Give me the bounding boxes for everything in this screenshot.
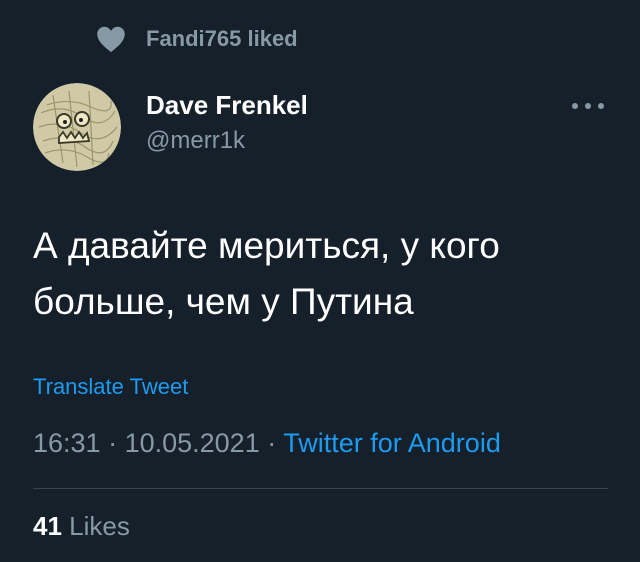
translate-tweet-link[interactable]: Translate Tweet (33, 374, 188, 400)
liked-by-text[interactable]: Fandi765 liked (146, 26, 298, 52)
heart-icon (97, 26, 125, 53)
likes-count: 41 (33, 511, 62, 541)
tweet-time[interactable]: 16:31 (33, 428, 101, 458)
meta-separator: · (100, 428, 125, 458)
divider (33, 488, 608, 489)
author-name[interactable]: Dave Frenkel (146, 90, 308, 121)
tweet-source-link[interactable]: Twitter for Android (283, 428, 501, 458)
likes-stat[interactable]: 41 Likes (33, 511, 130, 542)
more-options-button[interactable] (568, 96, 608, 116)
tweet-text: А давайте мериться, у кого больше, чем у… (33, 225, 500, 322)
avatar[interactable] (33, 83, 121, 171)
tweet-date[interactable]: 10.05.2021 (125, 428, 260, 458)
likes-label: Likes (69, 511, 130, 541)
meta-separator: · (259, 428, 284, 458)
author-handle[interactable]: @merr1k (146, 127, 245, 155)
tweet-meta: 16:31 · 10.05.2021 · Twitter for Android (33, 428, 501, 459)
ellipsis-icon (572, 103, 604, 109)
social-context: Fandi765 liked (96, 24, 298, 54)
